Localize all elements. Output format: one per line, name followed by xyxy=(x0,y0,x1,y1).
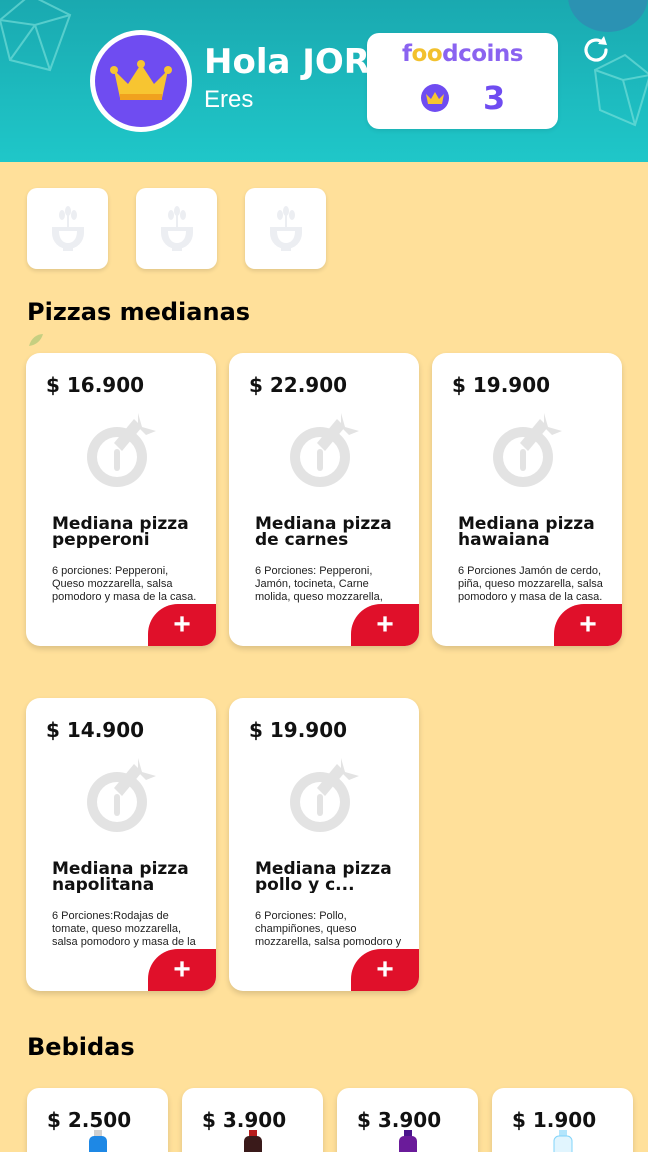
product-description: 6 Porciones: Pepperoni, Jamón, tocineta,… xyxy=(255,565,399,605)
product-price: $ 19.900 xyxy=(249,718,348,742)
add-to-cart-button[interactable]: + xyxy=(148,949,216,991)
avatar[interactable] xyxy=(90,30,192,132)
category-chips xyxy=(27,188,326,269)
product-price: $ 19.900 xyxy=(452,373,551,397)
drink-card[interactable]: $ 3.900 xyxy=(182,1088,323,1152)
product-card[interactable]: $ 14.900 Mediana pizza napolitana 6 Porc… xyxy=(26,698,216,991)
food-category-icon xyxy=(160,205,193,251)
product-price: $ 2.500 xyxy=(47,1108,132,1132)
product-description: 6 Porciones:Rodajas de tomate, queso moz… xyxy=(52,910,196,950)
bottle-icon xyxy=(89,1130,107,1152)
product-price: $ 3.900 xyxy=(202,1108,287,1132)
product-name: Mediana pizza hawaiana xyxy=(458,516,595,548)
product-price: $ 14.900 xyxy=(46,718,145,742)
product-description: 6 porciones: Pepperoni, Queso mozzarella… xyxy=(52,565,197,603)
food-category-icon xyxy=(51,205,84,251)
diamond-decoration-icon xyxy=(0,0,72,72)
foodcoins-balance: 3 xyxy=(483,79,506,117)
product-name: Mediana pizza pollo y c... xyxy=(255,861,392,893)
category-chip[interactable] xyxy=(27,188,108,269)
refresh-icon[interactable] xyxy=(578,32,614,68)
food-category-icon xyxy=(269,205,302,251)
drink-card[interactable]: $ 1.900 xyxy=(492,1088,633,1152)
header: Hola JORGE Eres foodcoins 3 xyxy=(0,0,648,162)
food-placeholder-icon xyxy=(290,413,359,487)
product-price: $ 1.900 xyxy=(512,1108,597,1132)
product-card[interactable]: $ 16.900 Mediana pizza pepperoni 6 porci… xyxy=(26,353,216,646)
leaf-icon xyxy=(29,334,43,346)
product-card[interactable]: $ 22.900 Mediana pizza de carnes 6 Porci… xyxy=(229,353,419,646)
product-description: 6 Porciones: Pollo, champiñones, queso m… xyxy=(255,910,402,950)
food-placeholder-icon xyxy=(290,758,359,832)
section-title-drinks: Bebidas xyxy=(27,1033,135,1061)
product-card[interactable]: $ 19.900 Mediana pizza pollo y c... 6 Po… xyxy=(229,698,419,991)
product-name: Mediana pizza pepperoni xyxy=(52,516,189,548)
food-placeholder-icon xyxy=(87,758,156,832)
add-to-cart-button[interactable]: + xyxy=(351,604,419,646)
bottle-icon xyxy=(399,1130,417,1152)
product-card[interactable]: $ 19.900 Mediana pizza hawaiana 6 Porcio… xyxy=(432,353,622,646)
product-price: $ 3.900 xyxy=(357,1108,442,1132)
food-placeholder-icon xyxy=(493,413,562,487)
product-price: $ 16.900 xyxy=(46,373,145,397)
section-title-pizzas: Pizzas medianas xyxy=(27,298,251,326)
category-chip[interactable] xyxy=(245,188,326,269)
category-chip[interactable] xyxy=(136,188,217,269)
bottle-icon xyxy=(244,1130,262,1152)
crown-avatar xyxy=(95,35,187,127)
bottle-icon xyxy=(553,1130,573,1152)
drink-card[interactable]: $ 3.900 xyxy=(337,1088,478,1152)
product-description: 6 Porciones Jamón de cerdo, piña, queso … xyxy=(458,565,603,603)
drink-card[interactable]: $ 2.500 xyxy=(27,1088,168,1152)
food-placeholder-icon xyxy=(87,413,156,487)
add-to-cart-button[interactable]: + xyxy=(351,949,419,991)
foodcoins-card[interactable]: foodcoins 3 xyxy=(367,33,558,129)
add-to-cart-button[interactable]: + xyxy=(554,604,622,646)
add-to-cart-button[interactable]: + xyxy=(148,604,216,646)
product-name: Mediana pizza napolitana xyxy=(52,861,189,893)
product-name: Mediana pizza de carnes xyxy=(255,516,392,548)
crown-coin-icon xyxy=(421,84,449,112)
foodcoins-logo: foodcoins xyxy=(402,41,523,67)
decorative-blob xyxy=(568,0,648,32)
greeting-subtitle: Eres xyxy=(204,86,254,113)
product-price: $ 22.900 xyxy=(249,373,348,397)
crown-icon xyxy=(110,60,172,100)
